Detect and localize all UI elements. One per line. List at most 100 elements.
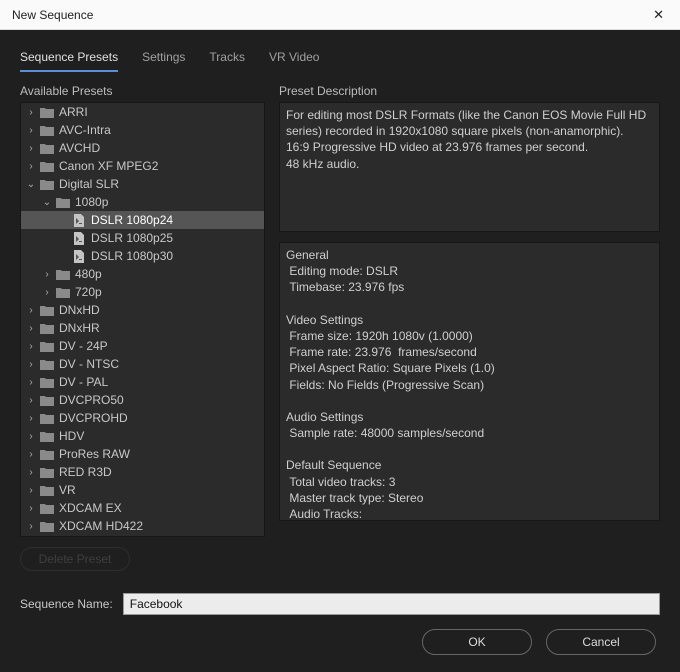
preset-folder[interactable]: › VR (21, 481, 264, 499)
preset-description-label: Preset Description (279, 84, 660, 102)
chevron-right-icon[interactable]: › (23, 485, 39, 496)
chevron-right-icon[interactable]: › (23, 359, 39, 370)
tree-item-label: ARRI (55, 105, 88, 119)
chevron-down-icon[interactable]: ⌄ (23, 179, 39, 190)
cancel-button[interactable]: Cancel (546, 629, 656, 655)
folder-icon (55, 285, 71, 299)
preset-folder[interactable]: › XDCAM HD422 (21, 517, 264, 535)
tabs: Sequence Presets Settings Tracks VR Vide… (0, 30, 680, 72)
tree-item-label: 1080p (71, 195, 108, 209)
file-icon (71, 213, 87, 227)
tab-settings[interactable]: Settings (142, 50, 185, 72)
tree-item-label: VR (55, 483, 76, 497)
preset-folder[interactable]: › DV - 24P (21, 337, 264, 355)
preset-folder[interactable]: › ProRes RAW (21, 445, 264, 463)
tree-item-label: DVCPRO50 (55, 393, 124, 407)
preset-folder[interactable]: ⌄ Digital SLR (21, 175, 264, 193)
chevron-right-icon[interactable]: › (23, 413, 39, 424)
preset-folder[interactable]: › 720p (21, 283, 264, 301)
chevron-right-icon[interactable]: › (23, 467, 39, 478)
ok-button[interactable]: OK (422, 629, 532, 655)
preset-folder[interactable]: › AVCHD (21, 139, 264, 157)
tree-item-label: ProRes RAW (55, 447, 130, 461)
preset-folder[interactable]: › DV - NTSC (21, 355, 264, 373)
tree-item-label: DSLR 1080p30 (87, 249, 173, 263)
folder-icon (39, 177, 55, 191)
preset-folder[interactable]: ›XDCAM EX (21, 499, 264, 517)
preset-folder[interactable]: › 480p (21, 265, 264, 283)
preset-folder[interactable]: ›RED R3D (21, 463, 264, 481)
sequence-name-input[interactable] (123, 593, 660, 615)
tree-item-label: HDV (55, 429, 84, 443)
chevron-right-icon[interactable]: › (23, 377, 39, 388)
chevron-down-icon[interactable]: ⌄ (39, 197, 55, 208)
folder-icon (39, 447, 55, 461)
folder-icon (39, 411, 55, 425)
tree-item-label: DSLR 1080p24 (87, 213, 173, 227)
tree-item-label: 720p (71, 285, 102, 299)
file-icon (71, 231, 87, 245)
tree-item-label: XDCAM HD422 (55, 519, 143, 533)
folder-icon (39, 375, 55, 389)
preset-folder[interactable]: ⌄ 1080p (21, 193, 264, 211)
folder-icon (39, 303, 55, 317)
folder-icon (39, 393, 55, 407)
preset-item[interactable]: DSLR 1080p24 (21, 211, 264, 229)
window-title: New Sequence (12, 8, 93, 22)
tree-item-label: Digital SLR (55, 177, 119, 191)
tree-item-label: DV - NTSC (55, 357, 119, 371)
tree-item-label: DSLR 1080p25 (87, 231, 173, 245)
preset-folder[interactable]: › DNxHR (21, 319, 264, 337)
tree-item-label: DNxHR (55, 321, 100, 335)
folder-icon (39, 357, 55, 371)
sequence-name-label: Sequence Name: (20, 597, 113, 611)
chevron-right-icon[interactable]: › (39, 287, 55, 298)
chevron-right-icon[interactable]: › (23, 521, 39, 532)
folder-icon (55, 267, 71, 281)
chevron-right-icon[interactable]: › (23, 341, 39, 352)
tree-item-label: DNxHD (55, 303, 100, 317)
folder-icon (55, 195, 71, 209)
close-icon[interactable]: ✕ (645, 3, 672, 27)
chevron-right-icon[interactable]: › (23, 503, 39, 514)
tree-item-label: AVCHD (55, 141, 100, 155)
preset-details-box[interactable]: General Editing mode: DSLR Timebase: 23.… (279, 242, 660, 521)
preset-folder[interactable]: › HDV (21, 427, 264, 445)
preset-tree[interactable]: ›ARRI›AVC-Intra›AVCHD›Canon XF MPEG2⌄Dig… (20, 102, 265, 537)
folder-icon (39, 501, 55, 515)
chevron-right-icon[interactable]: › (23, 107, 39, 118)
preset-item[interactable]: DSLR 1080p30 (21, 247, 264, 265)
chevron-right-icon[interactable]: › (23, 323, 39, 334)
chevron-right-icon[interactable]: › (23, 143, 39, 154)
preset-folder[interactable]: › DNxHD (21, 301, 264, 319)
tab-sequence-presets[interactable]: Sequence Presets (20, 50, 118, 72)
preset-folder[interactable]: › AVC-Intra (21, 121, 264, 139)
chevron-right-icon[interactable]: › (23, 305, 39, 316)
delete-preset-button: Delete Preset (20, 547, 130, 571)
preset-folder[interactable]: ›Canon XF MPEG2 (21, 157, 264, 175)
chevron-right-icon[interactable]: › (23, 125, 39, 136)
folder-icon (39, 159, 55, 173)
chevron-right-icon[interactable]: › (23, 431, 39, 442)
chevron-right-icon[interactable]: › (39, 269, 55, 280)
tree-item-label: AVC-Intra (55, 123, 111, 137)
chevron-right-icon[interactable]: › (23, 161, 39, 172)
preset-folder[interactable]: › DVCPROHD (21, 409, 264, 427)
chevron-right-icon[interactable]: › (23, 395, 39, 406)
tab-vr-video[interactable]: VR Video (269, 50, 319, 72)
preset-folder[interactable]: › DVCPRO50 (21, 391, 264, 409)
folder-icon (39, 339, 55, 353)
preset-folder[interactable]: ›DV - PAL (21, 373, 264, 391)
folder-icon (39, 429, 55, 443)
folder-icon (39, 519, 55, 533)
tree-item-label: 480p (71, 267, 102, 281)
chevron-right-icon[interactable]: › (23, 449, 39, 460)
tree-item-label: DVCPROHD (55, 411, 128, 425)
tab-tracks[interactable]: Tracks (209, 50, 245, 72)
folder-icon (39, 105, 55, 119)
preset-folder[interactable]: › ARRI (21, 103, 264, 121)
tree-item-label: DV - 24P (55, 339, 108, 353)
preset-item[interactable]: DSLR 1080p25 (21, 229, 264, 247)
preset-description-box[interactable]: For editing most DSLR Formats (like the … (279, 102, 660, 232)
folder-icon (39, 483, 55, 497)
